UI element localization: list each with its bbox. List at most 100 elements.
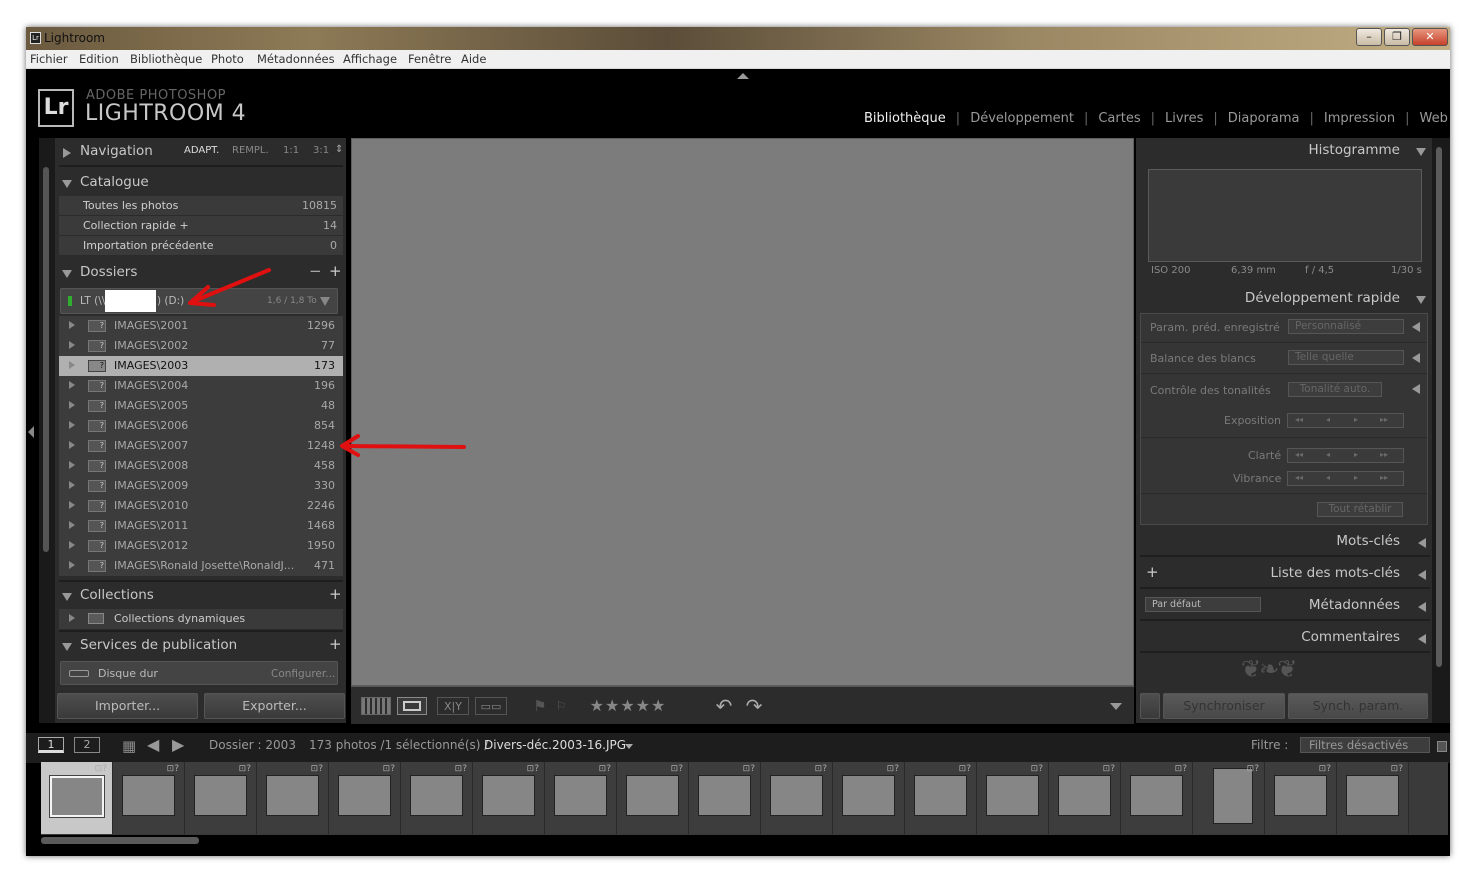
keywording-header[interactable]: Mots-clés (1140, 531, 1430, 555)
folder-row[interactable]: ? IMAGES\2009 330 (59, 476, 343, 496)
expand-triangle-icon[interactable] (63, 148, 71, 158)
main-window-button[interactable]: 1 (38, 737, 64, 753)
minimize-button[interactable]: – (1356, 28, 1382, 46)
folder-row[interactable]: ? IMAGES\2008 458 (59, 456, 343, 476)
expand-triangle-icon[interactable] (69, 401, 75, 409)
back-arrow-icon[interactable]: ◀ (147, 735, 159, 754)
filmstrip-scrollbar[interactable] (41, 837, 199, 844)
expand-triangle-icon[interactable] (1418, 602, 1426, 612)
filmstrip-thumbnail[interactable]: ⊡? (545, 762, 617, 834)
expand-triangle-icon[interactable] (1418, 570, 1426, 580)
filmstrip-thumbnail[interactable]: ⊡? (257, 762, 329, 834)
catalogue-row-quick-collection[interactable]: Collection rapide + 14 (59, 216, 343, 236)
filmstrip-thumbnail[interactable]: ⊡? (41, 762, 113, 834)
folder-row[interactable]: ? IMAGES\2002 77 (59, 336, 343, 356)
grid-view-icon[interactable] (361, 697, 391, 715)
expand-triangle-icon[interactable] (69, 541, 75, 549)
folder-row[interactable]: ? IMAGES\2004 196 (59, 376, 343, 396)
folder-row[interactable]: ? IMAGES\2003 173 (59, 356, 343, 376)
catalogue-header[interactable]: Catalogue (59, 172, 343, 196)
zoom-3-1[interactable]: 3:1 (313, 145, 329, 156)
collapse-triangle-icon[interactable] (62, 643, 72, 651)
filmstrip-thumbnail[interactable]: ⊡? (905, 762, 977, 834)
expand-triangle-icon[interactable] (69, 421, 75, 429)
remove-folder-button[interactable]: − (309, 262, 322, 280)
compare-view-icon[interactable]: X|Y (437, 697, 469, 715)
filmstrip-thumbnail[interactable]: ⊡? (1049, 762, 1121, 834)
collections-header[interactable]: Collections + (59, 585, 343, 609)
filter-lock-icon[interactable] (1437, 741, 1447, 752)
collapse-left-panel-icon[interactable] (28, 426, 34, 438)
expand-triangle-icon[interactable] (69, 341, 75, 349)
left-panel-scrollbar[interactable] (43, 167, 49, 552)
expand-triangle-icon[interactable] (69, 521, 75, 529)
step-up-icon[interactable]: ▸ (1354, 450, 1358, 459)
expand-triangle-icon[interactable] (1418, 634, 1426, 644)
clarity-stepper[interactable]: ◂◂ ◂ ▸ ▸▸ (1287, 448, 1404, 463)
saved-preset-select[interactable]: Personnalisé (1288, 319, 1404, 334)
step-down-large-icon[interactable]: ◂◂ (1295, 473, 1303, 482)
volume-dropdown-icon[interactable] (320, 297, 330, 306)
zoom-stepper-icon[interactable]: ⇕ (335, 144, 343, 155)
filmstrip-thumbnail[interactable]: ⊡? (617, 762, 689, 834)
menu-metadonnees[interactable]: Métadonnées (257, 52, 335, 66)
folder-row[interactable]: ? IMAGES\2005 48 (59, 396, 343, 416)
loupe-view-icon[interactable] (397, 697, 427, 715)
filmstrip-thumbnail[interactable]: ⊡? (689, 762, 761, 834)
filmstrip-thumbnail[interactable]: ⊡? (1121, 762, 1193, 834)
filmstrip-thumbnail[interactable]: ⊡? (977, 762, 1049, 834)
rotate-left-icon[interactable]: ↶ (713, 696, 735, 716)
sync-switch-button[interactable] (1140, 693, 1160, 719)
expand-section-icon[interactable] (1412, 384, 1420, 394)
folder-row[interactable]: ? IMAGES\2010 2246 (59, 496, 343, 516)
expand-triangle-icon[interactable] (69, 321, 75, 329)
auto-tone-button[interactable]: Tonalité auto. (1288, 382, 1382, 397)
survey-view-icon[interactable]: ▭▭ (475, 697, 507, 715)
collapse-triangle-icon[interactable] (1416, 296, 1426, 304)
expand-triangle-icon[interactable] (69, 461, 75, 469)
folder-row[interactable]: ? IMAGES\2011 1468 (59, 516, 343, 536)
source-folder[interactable]: Dossier : 2003 (209, 738, 296, 752)
expand-triangle-icon[interactable] (1418, 538, 1426, 548)
add-folder-button[interactable]: + (329, 262, 342, 280)
menu-edition[interactable]: Edition (79, 52, 119, 66)
star-rating[interactable]: ★★★★★ (585, 697, 671, 715)
filmstrip-thumbnail[interactable]: ⊡? (761, 762, 833, 834)
expand-triangle-icon[interactable] (69, 441, 75, 449)
module-cartes[interactable]: Cartes (1098, 111, 1140, 126)
flag-reject-icon[interactable]: ⚐ (554, 697, 568, 715)
collapse-triangle-icon[interactable] (62, 180, 72, 188)
navigation-header[interactable]: Navigation ADAPT. REMPL. 1:1 3:1 ⇕ (59, 141, 343, 165)
step-up-large-icon[interactable]: ▸▸ (1380, 415, 1388, 424)
zoom-1-1[interactable]: 1:1 (283, 145, 299, 156)
filmstrip-thumbnail[interactable]: ⊡? (1265, 762, 1337, 834)
expand-section-icon[interactable] (1412, 353, 1420, 363)
zoom-rempl[interactable]: REMPL. (232, 145, 269, 156)
import-button[interactable]: Importer... (57, 693, 198, 719)
filename-dropdown-icon[interactable] (625, 744, 633, 749)
module-developpement[interactable]: Développement (970, 111, 1074, 126)
step-down-large-icon[interactable]: ◂◂ (1295, 415, 1303, 424)
step-down-icon[interactable]: ◂ (1326, 415, 1330, 424)
metadata-preset-select[interactable]: Par défaut (1145, 597, 1261, 612)
selected-filename[interactable]: Divers-déc.2003-16.JPG (484, 738, 626, 752)
step-down-large-icon[interactable]: ◂◂ (1295, 450, 1303, 459)
expand-section-icon[interactable] (1412, 322, 1420, 332)
folder-row[interactable]: ? IMAGES\2007 1248 (59, 436, 343, 456)
filter-select[interactable]: Filtres désactivés (1300, 737, 1430, 753)
reset-all-button[interactable]: Tout rétablir (1317, 502, 1403, 517)
collection-smart-collections[interactable]: Collections dynamiques (59, 609, 343, 629)
exposure-stepper[interactable]: ◂◂ ◂ ▸ ▸▸ (1287, 413, 1404, 428)
publish-services-header[interactable]: Services de publication + (59, 635, 343, 659)
step-up-icon[interactable]: ▸ (1354, 473, 1358, 482)
module-livres[interactable]: Livres (1165, 111, 1203, 126)
filmstrip[interactable]: ⊡? ⊡? ⊡? ⊡? ⊡? ⊡? ⊡? ⊡? ⊡? ⊡? ⊡? ⊡? ⊡? ⊡? ⊡? ⊡? ⊡? ⊡? ⊡? (41, 762, 1448, 835)
flag-pick-icon[interactable]: ⚑ (532, 697, 548, 715)
expand-triangle-icon[interactable] (69, 361, 75, 369)
window-titlebar[interactable]: Lr Lightroom – ❐ ✕ (26, 27, 1450, 50)
menu-bibliotheque[interactable]: Bibliothèque (130, 52, 202, 66)
filmstrip-thumbnail[interactable]: ⊡? (473, 762, 545, 834)
comments-header[interactable]: Commentaires (1140, 627, 1430, 651)
grid-view-small-icon[interactable]: ▦ (122, 737, 136, 755)
keyword-list-header[interactable]: + Liste des mots-clés (1140, 563, 1430, 587)
